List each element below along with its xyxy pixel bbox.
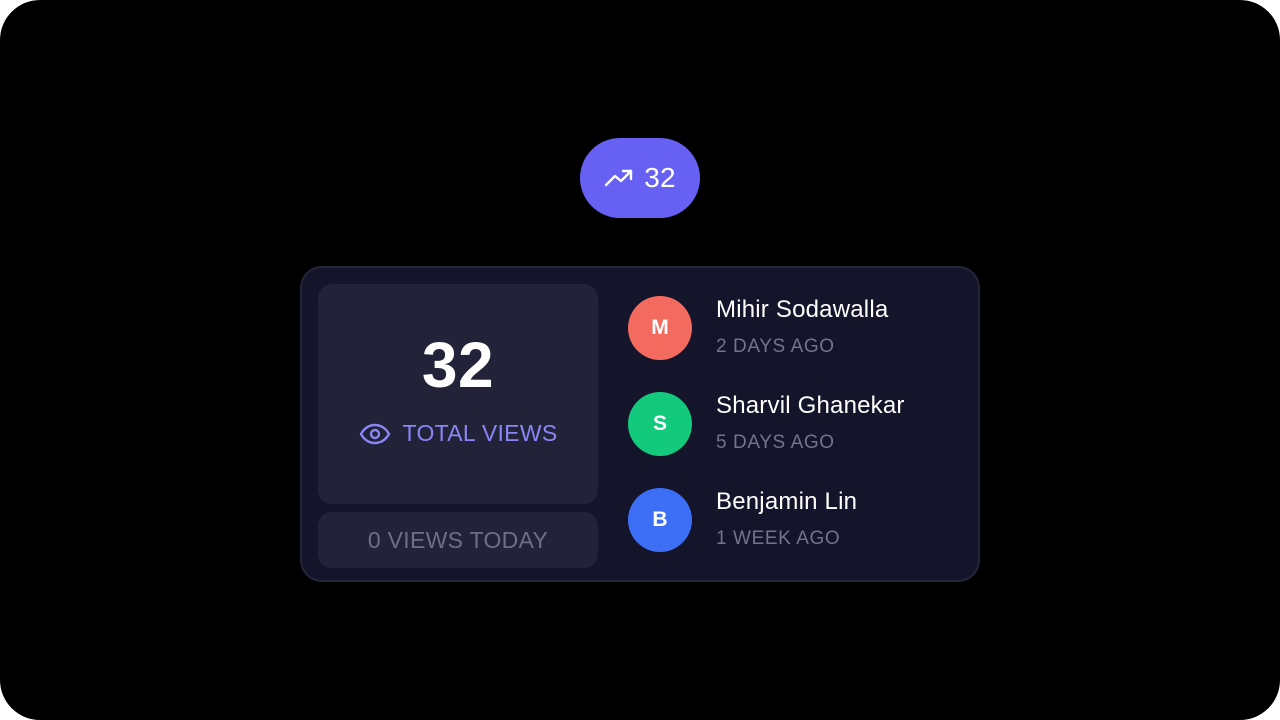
avatar: S [628, 392, 692, 456]
viewer-item[interactable]: M Mihir Sodawalla 2 DAYS AGO [628, 296, 968, 360]
eye-icon [359, 422, 391, 446]
badge-count: 32 [644, 162, 676, 193]
viewer-item[interactable]: S Sharvil Ghanekar 5 DAYS AGO [628, 392, 968, 456]
views-card: 32 TOTAL VIEWS 0 VIEWS TODAY M Mihir Sod… [300, 266, 980, 582]
viewer-time: 2 DAYS AGO [716, 336, 835, 357]
total-views-panel: 32 TOTAL VIEWS [318, 284, 598, 504]
total-views-label: TOTAL VIEWS [402, 420, 558, 446]
trending-up-icon [604, 167, 634, 189]
viewer-name: Sharvil Ghanekar [716, 392, 905, 419]
views-badge-button[interactable]: 32 [580, 138, 700, 218]
viewer-item[interactable]: B Benjamin Lin 1 WEEK AGO [628, 488, 968, 552]
viewer-name: Mihir Sodawalla [716, 296, 889, 323]
viewer-time: 1 WEEK AGO [716, 528, 841, 549]
viewer-name: Benjamin Lin [716, 488, 858, 515]
views-today-panel: 0 VIEWS TODAY [318, 512, 598, 568]
avatar: M [628, 296, 692, 360]
total-views-count: 32 [421, 329, 495, 401]
viewer-time: 5 DAYS AGO [716, 432, 835, 453]
app-frame: 32 32 TOTAL VIEWS 0 VIEWS TODAY M Mihir … [0, 0, 1280, 720]
views-today-label: 0 VIEWS TODAY [367, 526, 549, 553]
total-views-label-row: TOTAL VIEWS [318, 420, 598, 447]
avatar: B [628, 488, 692, 552]
